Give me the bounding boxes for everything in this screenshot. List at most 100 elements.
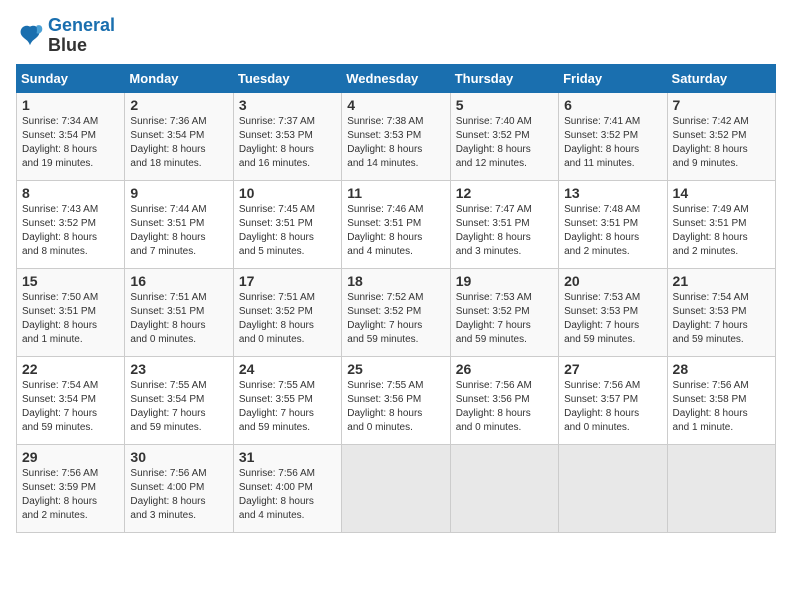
day-info: Sunrise: 7:40 AM Sunset: 3:52 PM Dayligh… [456,115,553,171]
day-info: Sunrise: 7:56 AM Sunset: 4:00 PM Dayligh… [239,467,336,523]
day-number: 29 [22,449,119,465]
calendar-table: SundayMondayTuesdayWednesdayThursdayFrid… [16,64,776,533]
day-number: 22 [22,361,119,377]
header-thursday: Thursday [450,64,558,92]
day-info: Sunrise: 7:38 AM Sunset: 3:53 PM Dayligh… [347,115,444,171]
header-saturday: Saturday [667,64,775,92]
calendar-cell: 20 Sunrise: 7:53 AM Sunset: 3:53 PM Dayli… [559,268,667,356]
calendar-cell: 4 Sunrise: 7:38 AM Sunset: 3:53 PM Daylig… [342,92,450,180]
calendar-cell: 25Sunrise: 7:55 AM Sunset: 3:56 PM Dayli… [342,356,450,444]
day-number: 5 [456,97,553,113]
day-number: 30 [130,449,227,465]
day-number: 28 [673,361,770,377]
day-number: 17 [239,273,336,289]
calendar-cell: 8 Sunrise: 7:43 AM Sunset: 3:52 PM Daylig… [17,180,125,268]
calendar-cell: 23 Sunrise: 7:55 AM Sunset: 3:54 PM Dayli… [125,356,233,444]
header-tuesday: Tuesday [233,64,341,92]
calendar-cell: 22 Sunrise: 7:54 AM Sunset: 3:54 PM Dayli… [17,356,125,444]
calendar-cell: 2Sunrise: 7:36 AM Sunset: 3:54 PM Daylig… [125,92,233,180]
logo-icon [16,22,44,50]
calendar-cell: 11 Sunrise: 7:46 AM Sunset: 3:51 PM Dayli… [342,180,450,268]
day-number: 7 [673,97,770,113]
calendar-cell: 27Sunrise: 7:56 AM Sunset: 3:57 PM Dayli… [559,356,667,444]
day-info: Sunrise: 7:52 AM Sunset: 3:52 PM Dayligh… [347,291,444,347]
header-friday: Friday [559,64,667,92]
calendar-cell: 1 Sunrise: 7:34 AM Sunset: 3:54 PM Daylig… [17,92,125,180]
day-info: Sunrise: 7:42 AM Sunset: 3:52 PM Dayligh… [673,115,770,171]
day-number: 16 [130,273,227,289]
calendar-cell: 28Sunrise: 7:56 AM Sunset: 3:58 PM Dayli… [667,356,775,444]
day-info: Sunrise: 7:43 AM Sunset: 3:52 PM Dayligh… [22,203,119,259]
day-number: 13 [564,185,661,201]
day-info: Sunrise: 7:46 AM Sunset: 3:51 PM Dayligh… [347,203,444,259]
calendar-week-1: 1 Sunrise: 7:34 AM Sunset: 3:54 PM Daylig… [17,92,776,180]
calendar-cell: 17 Sunrise: 7:51 AM Sunset: 3:52 PM Dayli… [233,268,341,356]
day-number: 19 [456,273,553,289]
calendar-cell: 31 Sunrise: 7:56 AM Sunset: 4:00 PM Dayli… [233,444,341,532]
calendar-week-3: 15 Sunrise: 7:50 AM Sunset: 3:51 PM Dayli… [17,268,776,356]
day-info: Sunrise: 7:47 AM Sunset: 3:51 PM Dayligh… [456,203,553,259]
day-info: Sunrise: 7:37 AM Sunset: 3:53 PM Dayligh… [239,115,336,171]
day-number: 25 [347,361,444,377]
calendar-cell: 12 Sunrise: 7:47 AM Sunset: 3:51 PM Dayli… [450,180,558,268]
day-number: 6 [564,97,661,113]
calendar-cell: 5 Sunrise: 7:40 AM Sunset: 3:52 PM Daylig… [450,92,558,180]
calendar-cell: 24 Sunrise: 7:55 AM Sunset: 3:55 PM Dayli… [233,356,341,444]
day-info: Sunrise: 7:34 AM Sunset: 3:54 PM Dayligh… [22,115,119,171]
day-number: 8 [22,185,119,201]
day-info: Sunrise: 7:54 AM Sunset: 3:53 PM Dayligh… [673,291,770,347]
calendar-cell: 18 Sunrise: 7:52 AM Sunset: 3:52 PM Dayli… [342,268,450,356]
day-number: 12 [456,185,553,201]
day-number: 15 [22,273,119,289]
day-info: Sunrise: 7:56 AM Sunset: 3:56 PM Dayligh… [456,379,553,435]
day-info: Sunrise: 7:44 AM Sunset: 3:51 PM Dayligh… [130,203,227,259]
calendar-cell [559,444,667,532]
calendar-header-row: SundayMondayTuesdayWednesdayThursdayFrid… [17,64,776,92]
calendar-cell: 14 Sunrise: 7:49 AM Sunset: 3:51 PM Dayli… [667,180,775,268]
day-number: 14 [673,185,770,201]
day-number: 31 [239,449,336,465]
calendar-cell: 15 Sunrise: 7:50 AM Sunset: 3:51 PM Dayli… [17,268,125,356]
calendar-cell [450,444,558,532]
header-sunday: Sunday [17,64,125,92]
day-info: Sunrise: 7:56 AM Sunset: 4:00 PM Dayligh… [130,467,227,523]
header-wednesday: Wednesday [342,64,450,92]
header-monday: Monday [125,64,233,92]
day-number: 26 [456,361,553,377]
day-number: 27 [564,361,661,377]
day-number: 3 [239,97,336,113]
calendar-cell: 26 Sunrise: 7:56 AM Sunset: 3:56 PM Dayli… [450,356,558,444]
day-info: Sunrise: 7:55 AM Sunset: 3:55 PM Dayligh… [239,379,336,435]
day-number: 20 [564,273,661,289]
day-number: 9 [130,185,227,201]
day-info: Sunrise: 7:53 AM Sunset: 3:52 PM Dayligh… [456,291,553,347]
day-info: Sunrise: 7:51 AM Sunset: 3:51 PM Dayligh… [130,291,227,347]
day-number: 1 [22,97,119,113]
calendar-week-5: 29Sunrise: 7:56 AM Sunset: 3:59 PM Dayli… [17,444,776,532]
calendar-cell: 29Sunrise: 7:56 AM Sunset: 3:59 PM Dayli… [17,444,125,532]
day-info: Sunrise: 7:49 AM Sunset: 3:51 PM Dayligh… [673,203,770,259]
calendar-week-2: 8 Sunrise: 7:43 AM Sunset: 3:52 PM Daylig… [17,180,776,268]
day-number: 10 [239,185,336,201]
calendar-cell: 16 Sunrise: 7:51 AM Sunset: 3:51 PM Dayli… [125,268,233,356]
day-number: 4 [347,97,444,113]
calendar-cell: 7 Sunrise: 7:42 AM Sunset: 3:52 PM Daylig… [667,92,775,180]
day-number: 2 [130,97,227,113]
calendar-cell: 10 Sunrise: 7:45 AM Sunset: 3:51 PM Dayli… [233,180,341,268]
day-info: Sunrise: 7:53 AM Sunset: 3:53 PM Dayligh… [564,291,661,347]
day-number: 11 [347,185,444,201]
day-info: Sunrise: 7:45 AM Sunset: 3:51 PM Dayligh… [239,203,336,259]
day-info: Sunrise: 7:51 AM Sunset: 3:52 PM Dayligh… [239,291,336,347]
day-number: 18 [347,273,444,289]
logo: General Blue [16,16,115,56]
day-number: 23 [130,361,227,377]
calendar-cell [667,444,775,532]
logo-text: General Blue [48,16,115,56]
calendar-cell: 9 Sunrise: 7:44 AM Sunset: 3:51 PM Daylig… [125,180,233,268]
day-info: Sunrise: 7:48 AM Sunset: 3:51 PM Dayligh… [564,203,661,259]
day-info: Sunrise: 7:50 AM Sunset: 3:51 PM Dayligh… [22,291,119,347]
calendar-cell [342,444,450,532]
day-info: Sunrise: 7:54 AM Sunset: 3:54 PM Dayligh… [22,379,119,435]
day-number: 24 [239,361,336,377]
day-info: Sunrise: 7:55 AM Sunset: 3:54 PM Dayligh… [130,379,227,435]
